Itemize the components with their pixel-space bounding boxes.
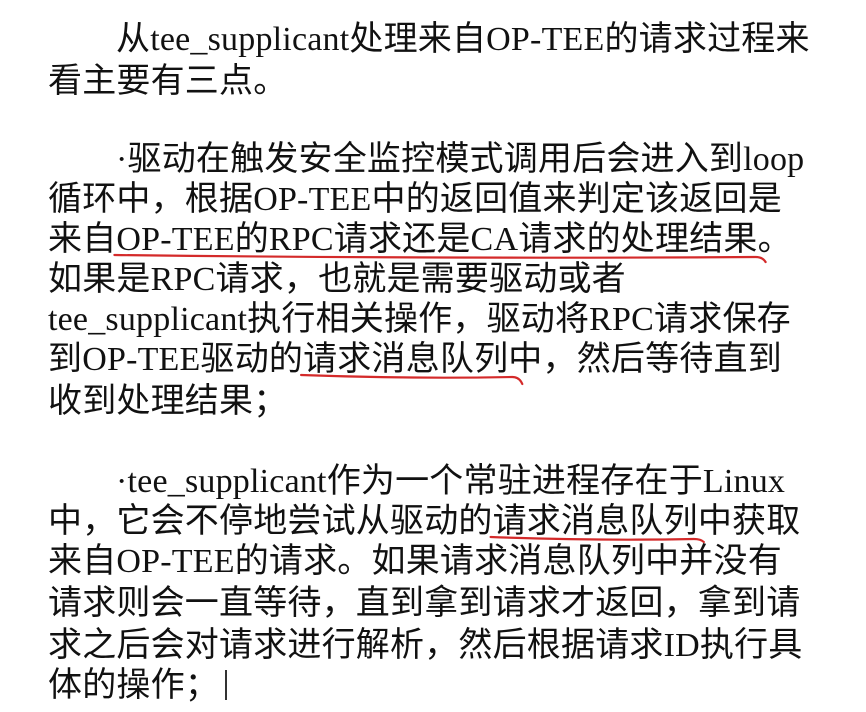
underlined-phrase-rpc-or-ca-result: OP-TEE的RPC请求还是CA请求的处理结果 xyxy=(116,221,758,258)
para3-line2-before: 中，它会不停地尝试从驱动的 xyxy=(48,503,493,540)
underlined-phrase-request-queue-2: 请求消息队列 xyxy=(492,503,698,540)
para3-line6: 体的操作； xyxy=(48,666,227,706)
para1-line2: 看主要有三点。 xyxy=(48,63,288,100)
para2-line3-after: 。 xyxy=(757,221,792,258)
text-cursor[interactable] xyxy=(225,670,227,700)
para2-line5: tee_supplicant执行相关操作，驱动将RPC请求保存 xyxy=(48,301,791,338)
para2-line3: 来自OP-TEE的RPC请求还是CA请求的处理结果。 xyxy=(48,220,792,260)
para3-line4: 请求则会一直等待，直到拿到请求才返回，拿到请 xyxy=(48,585,801,622)
para2-line4: 如果是RPC请求，也就是需要驱动或者 xyxy=(48,261,626,298)
para2-line7: 收到处理结果； xyxy=(48,383,288,420)
para2-line1: ·驱动在触发安全监控模式调用后会进入到loop xyxy=(116,141,805,178)
para1-line1: 从tee_supplicant处理来自OP-TEE的请求过程来 xyxy=(116,21,810,58)
para3-line2: 中，它会不停地尝试从驱动的请求消息队列中获取 xyxy=(48,502,800,542)
para3-line3: 来自OP-TEE的请求。如果请求消息队列中并没有 xyxy=(48,543,782,580)
para2-line2: 循环中，根据OP-TEE中的返回值来判定该返回是 xyxy=(48,181,782,218)
para3-line2-after: 中获取 xyxy=(697,503,801,540)
document-page: 从tee_supplicant处理来自OP-TEE的请求过程来 看主要有三点。 … xyxy=(0,0,866,712)
para3-line6-text: 体的操作； xyxy=(48,667,219,704)
para3-line1: ·tee_supplicant作为一个常驻进程存在于Linux xyxy=(116,463,786,500)
para3-line5: 求之后会对请求进行解析，然后根据请求ID执行具 xyxy=(48,627,803,664)
para2-line6-before: 到OP-TEE驱动的 xyxy=(48,341,304,378)
underlined-phrase-request-queue-1: 请求消息队列 xyxy=(303,341,509,378)
para2-line3-before: 来自 xyxy=(48,221,117,258)
para2-line6-after: 中，然后等待直到 xyxy=(508,341,782,378)
para2-line6: 到OP-TEE驱动的请求消息队列中，然后等待直到 xyxy=(48,340,782,380)
